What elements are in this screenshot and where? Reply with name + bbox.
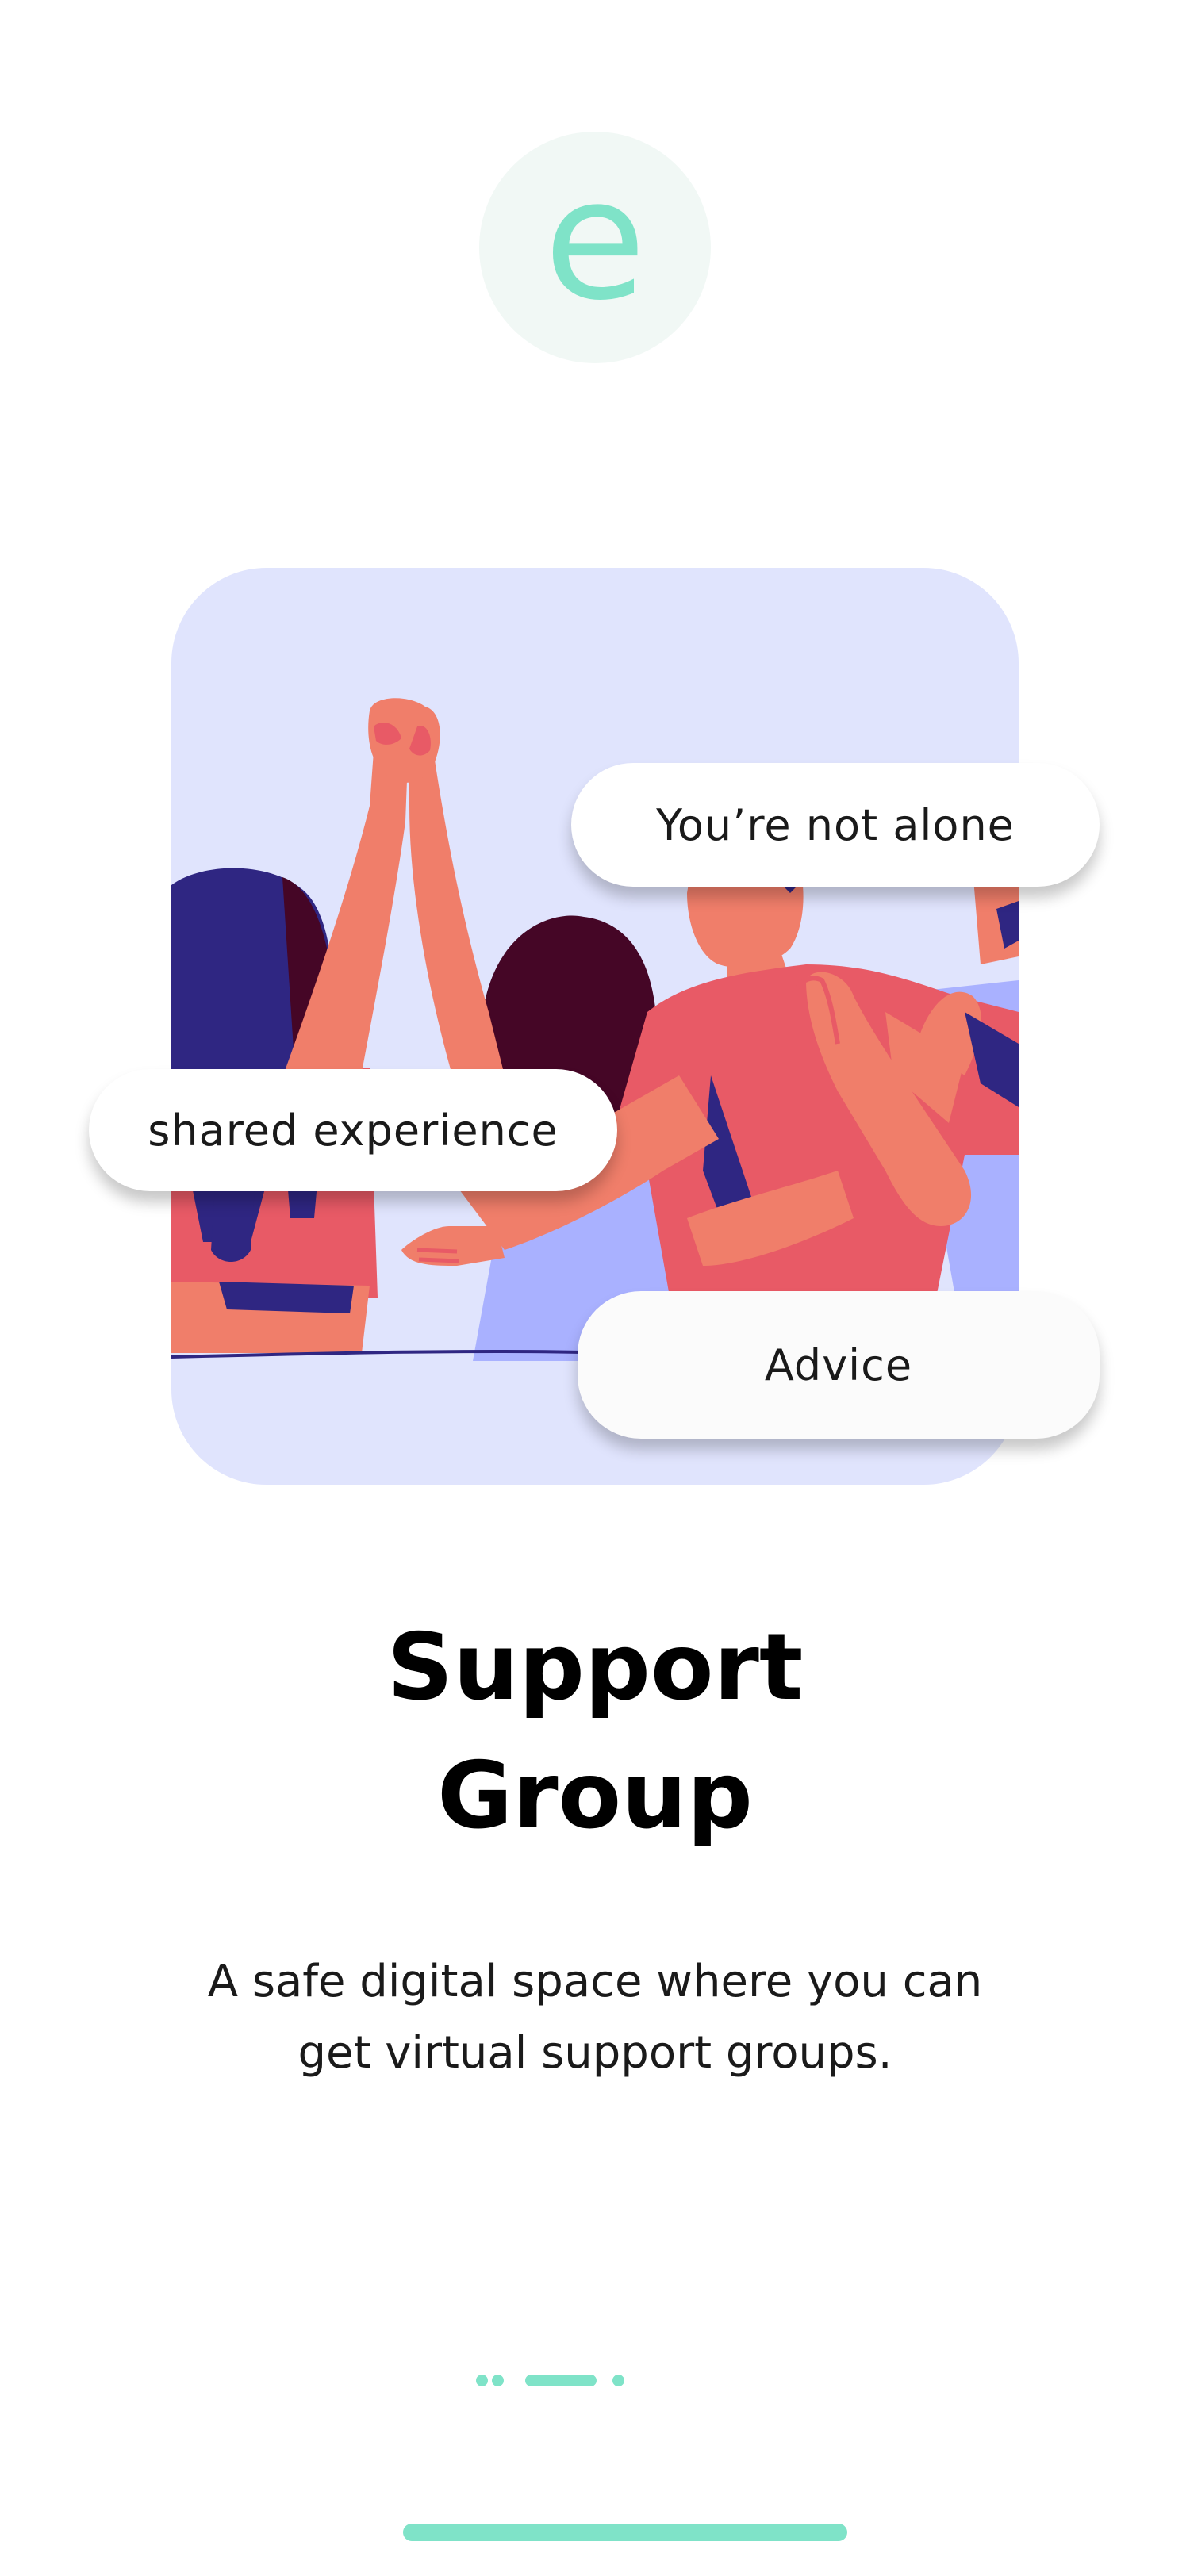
page-description-line: A safe digital space where you can	[207, 1956, 983, 2007]
tag-chip-not-alone[interactable]: You’re not alone	[571, 763, 1100, 887]
pagination-dot[interactable]	[492, 2375, 504, 2386]
tag-chip-shared-experience[interactable]: shared experience	[89, 1069, 617, 1191]
tag-chip-label: shared experience	[148, 1105, 559, 1156]
page-description: A safe digital space where you can get v…	[119, 1946, 1071, 2089]
pagination-indicator[interactable]	[476, 2372, 714, 2388]
page-title-line: Support	[386, 1614, 804, 1721]
page-description-line: get virtual support groups.	[298, 2027, 892, 2079]
home-indicator[interactable]	[403, 2524, 847, 2541]
page-title: Support Group	[238, 1604, 952, 1861]
pagination-dot[interactable]	[612, 2375, 624, 2386]
tag-chip-label: Advice	[764, 1340, 913, 1390]
tag-chip-label: You’re not alone	[656, 799, 1015, 850]
pagination-dot-active[interactable]	[525, 2375, 597, 2386]
tag-chip-advice[interactable]: Advice	[578, 1291, 1100, 1439]
pagination-dot[interactable]	[476, 2375, 488, 2386]
app-logo: e	[479, 132, 711, 363]
page-title-line: Group	[437, 1742, 753, 1850]
app-logo-letter: e	[543, 143, 647, 337]
